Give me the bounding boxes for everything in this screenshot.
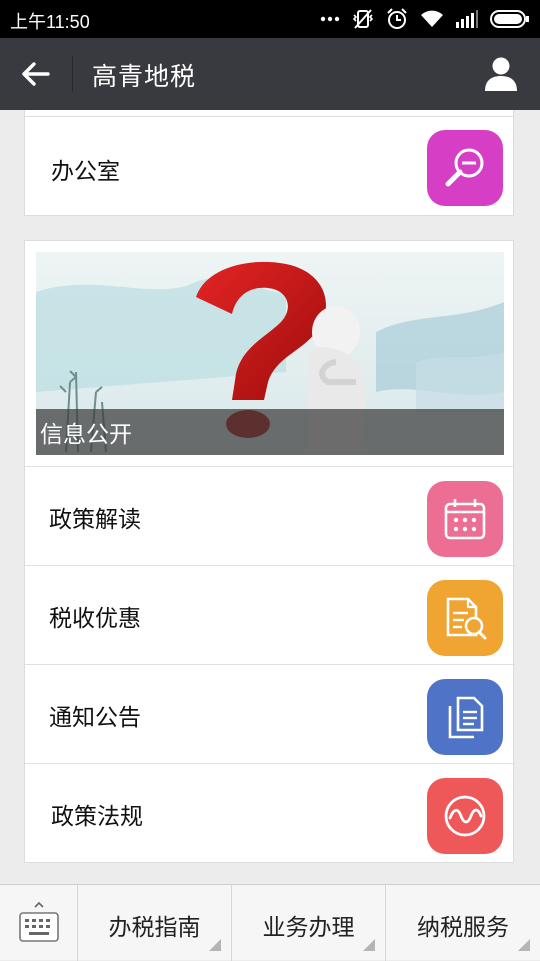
page-title: 高青地税 — [92, 62, 197, 91]
list-item-policy-interpretation[interactable]: 政策解读 — [25, 467, 515, 566]
more-dots-icon — [320, 15, 340, 23]
info-banner[interactable]: 信息公开 — [36, 252, 504, 455]
banner-caption: 信息公开 — [40, 422, 132, 448]
submenu-corner-icon — [518, 939, 530, 951]
menu-label: 办税指南 — [108, 915, 201, 941]
battery-icon — [490, 10, 530, 28]
submenu-corner-icon — [363, 939, 375, 951]
list-item-tax-preferences[interactable]: 税收优惠 — [25, 566, 515, 665]
menu-business-handling[interactable]: 业务办理 — [232, 885, 386, 961]
bottom-menu-bar: 办税指南 业务办理 纳税服务 — [0, 884, 540, 961]
person-icon[interactable] — [484, 56, 518, 92]
status-bar: 上午11:50 — [0, 0, 540, 38]
document-search-icon — [427, 580, 503, 656]
menu-label: 业务办理 — [262, 915, 355, 941]
menu-label: 纳税服务 — [417, 915, 509, 941]
status-icons — [320, 7, 530, 31]
menu-tax-guide[interactable]: 办税指南 — [78, 885, 232, 961]
office-card: 办公室 — [24, 110, 514, 216]
submenu-corner-icon — [209, 939, 221, 951]
alarm-icon — [386, 8, 408, 30]
title-divider — [72, 56, 73, 92]
keyboard-toggle-button[interactable] — [0, 885, 78, 961]
status-time: 上午11:50 — [10, 12, 90, 32]
info-card: 信息公开 政策解读 税收优惠 通知公告 政策法规 — [24, 240, 515, 863]
list-item-label: 政策解读 — [49, 507, 141, 533]
search-zoom-out-icon — [427, 130, 503, 206]
keyboard-icon — [17, 900, 61, 950]
wifi-icon — [420, 9, 444, 29]
list-item-policies-regulations[interactable]: 政策法规 — [25, 764, 515, 863]
title-bar: 高青地税 — [0, 38, 540, 110]
list-item-notices[interactable]: 通知公告 — [25, 665, 515, 764]
list-item-label: 税收优惠 — [49, 606, 141, 632]
list-item-label: 办公室 — [51, 159, 120, 185]
calendar-icon — [427, 481, 503, 557]
wave-chart-icon — [427, 778, 503, 854]
list-item-label: 政策法规 — [51, 804, 143, 830]
copy-documents-icon — [427, 679, 503, 755]
signal-icon — [456, 10, 478, 28]
back-arrow-icon[interactable] — [18, 56, 54, 92]
menu-taxpayer-service[interactable]: 纳税服务 — [386, 885, 540, 961]
list-item-office[interactable]: 办公室 — [25, 116, 515, 215]
list-item-label: 通知公告 — [49, 705, 141, 731]
vibrate-off-icon — [352, 8, 374, 30]
